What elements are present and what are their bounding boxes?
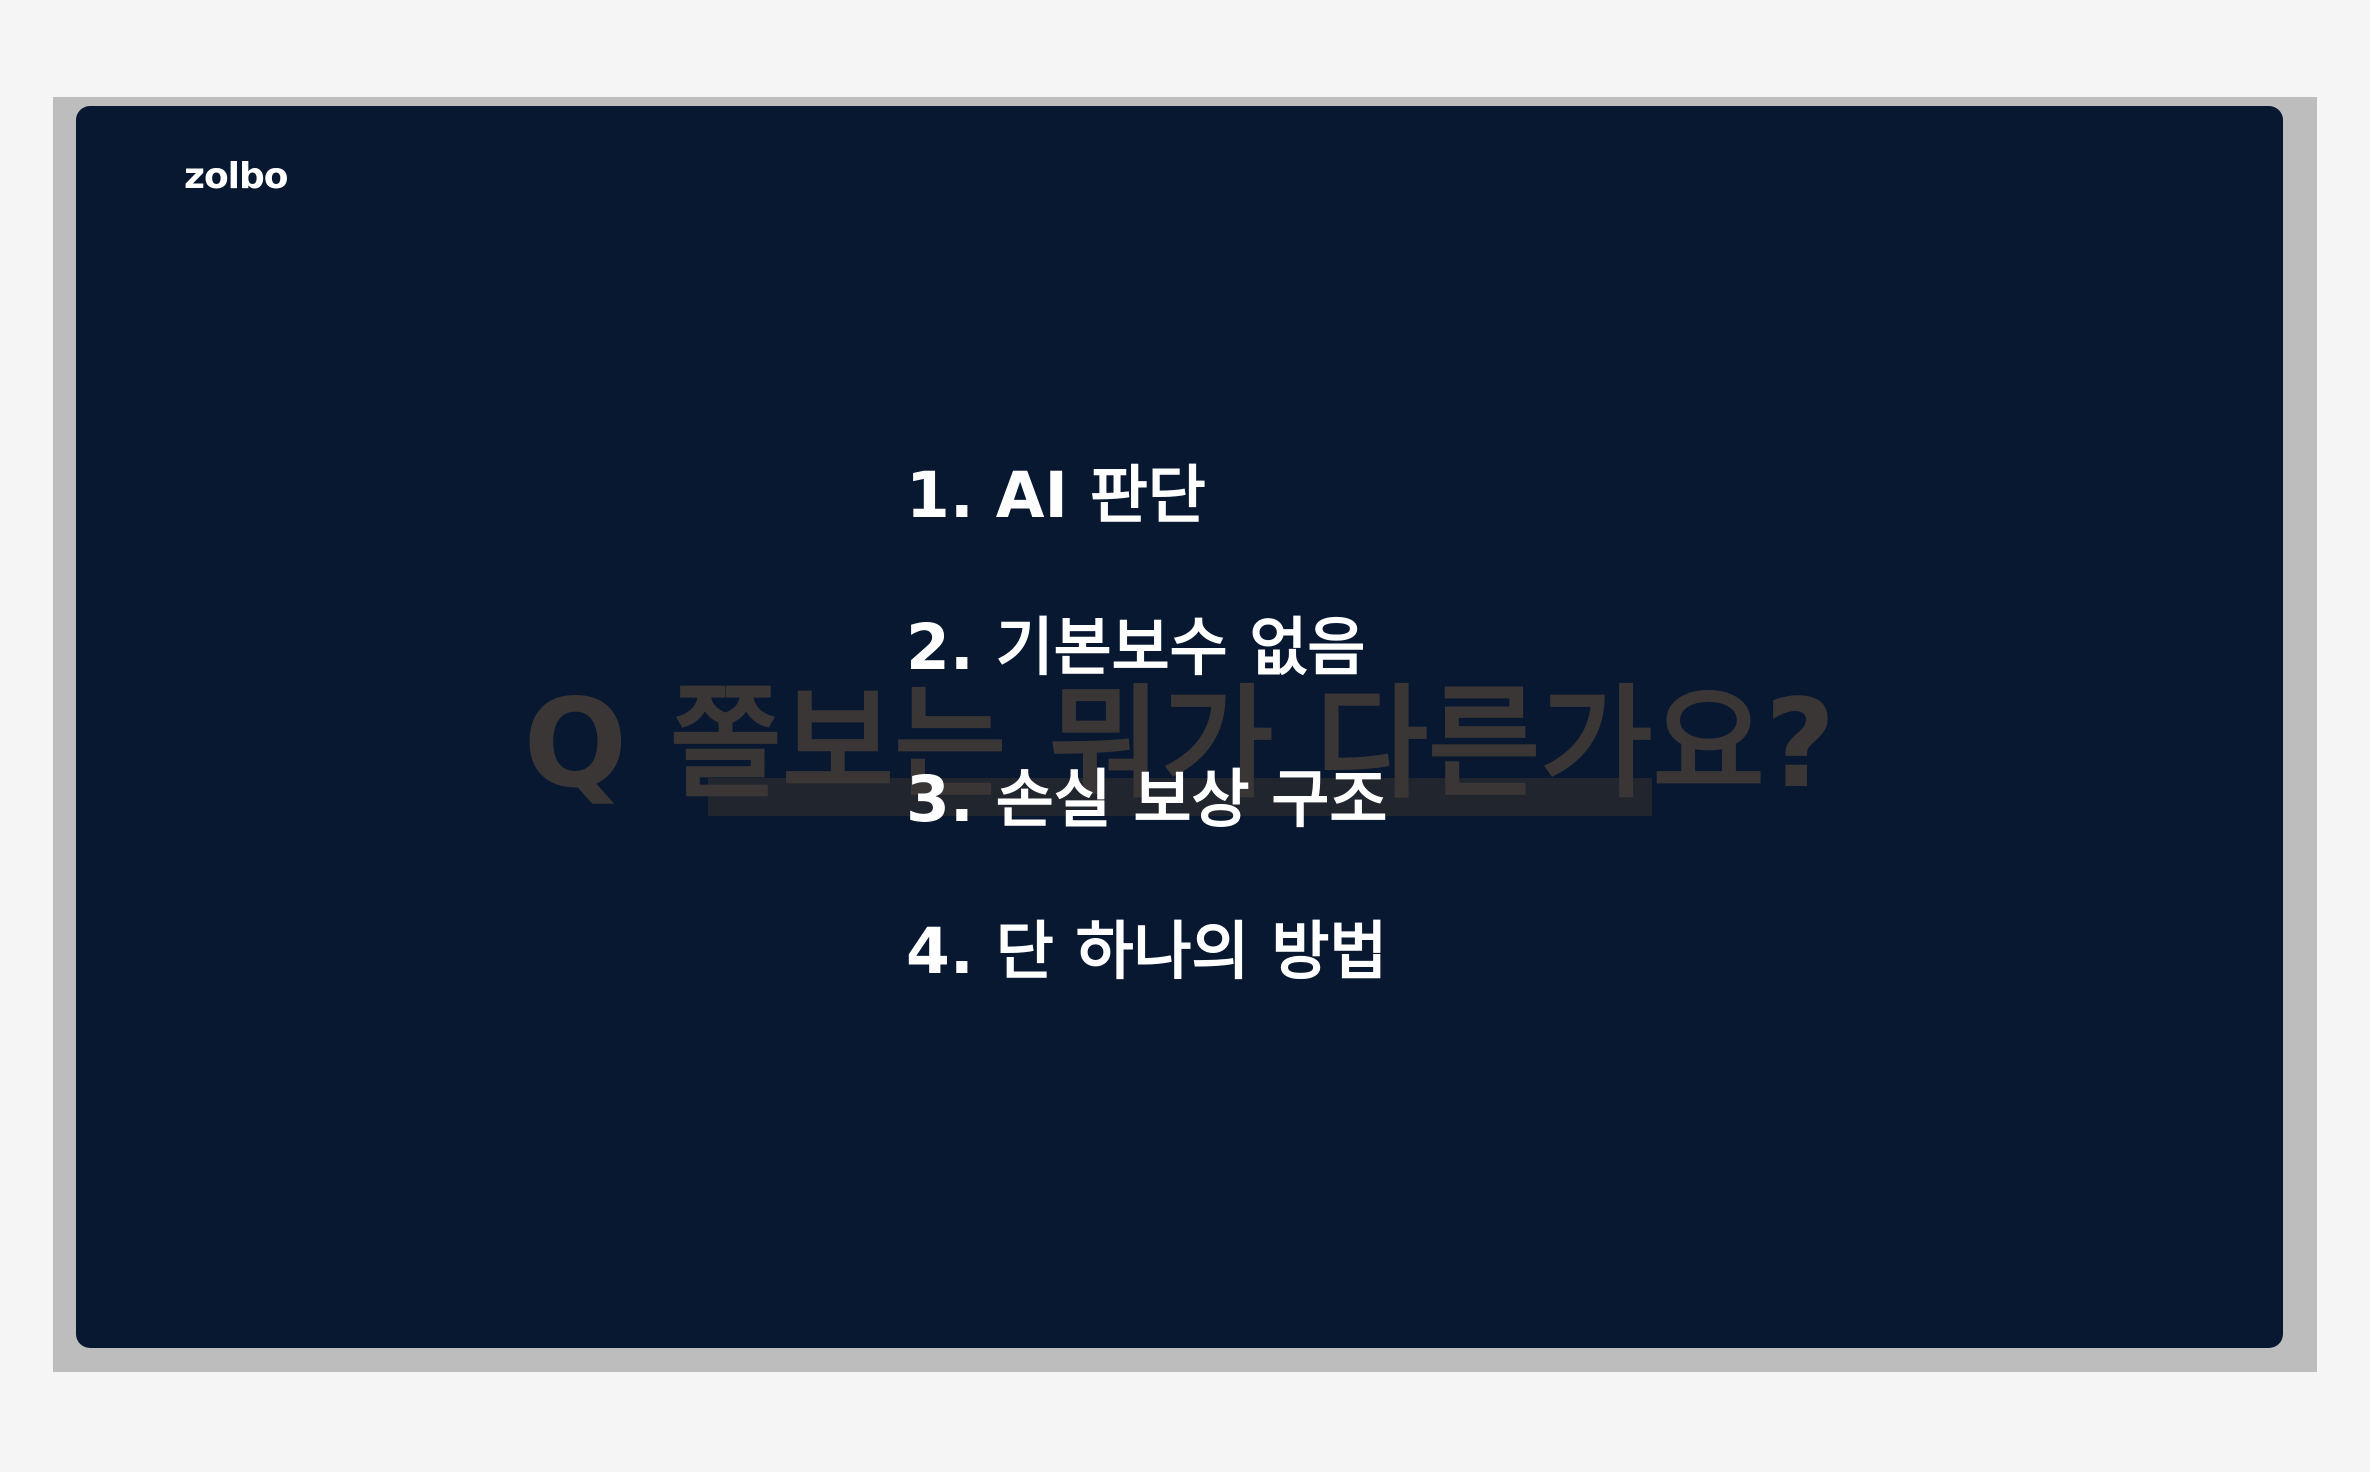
- agenda-list: 1. AI 판단 2. 기본보수 없음 3. 손실 보상 구조 4. 단 하나의…: [906, 456, 1387, 992]
- zolbo-logo: zolbo: [184, 156, 289, 197]
- agenda-item-1: 1. AI 판단: [906, 459, 1206, 532]
- slide: zolbo Q 쫄보는 뭐가 다른가요? 1. AI 판단 2. 기본보수 없음…: [76, 106, 2283, 1348]
- agenda-item-2: 2. 기본보수 없음: [906, 611, 1366, 684]
- agenda-item-3: 3. 손실 보상 구조: [906, 763, 1388, 836]
- agenda-item-4: 4. 단 하나의 방법: [906, 915, 1388, 988]
